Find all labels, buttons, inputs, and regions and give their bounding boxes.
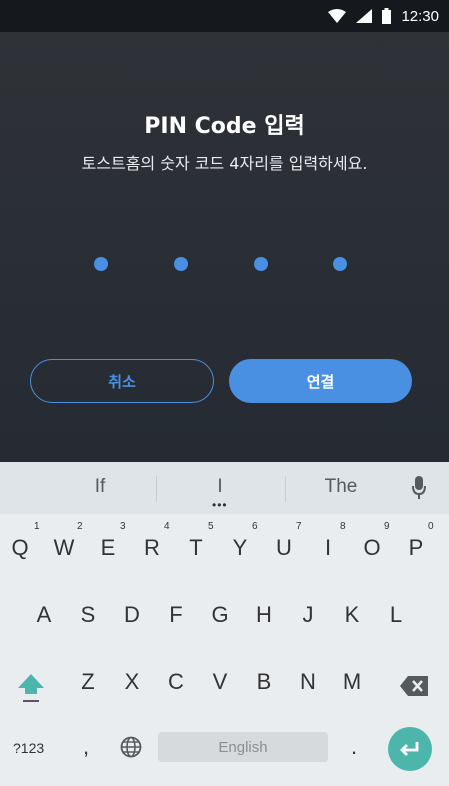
- key-hint: 2: [77, 521, 83, 532]
- key-v[interactable]: V: [200, 669, 240, 695]
- pin-dialog: PIN Code 입력 토스트홈의 숫자 코드 4자리를 입력하세요. 취소 연…: [0, 32, 449, 462]
- key-o[interactable]: O: [352, 535, 392, 561]
- key-hint: 4: [164, 521, 170, 532]
- key-hint: 1: [34, 521, 40, 532]
- key-hint: 0: [428, 521, 434, 532]
- key-j[interactable]: J: [288, 602, 328, 628]
- suggestion-strip: If I ••• The: [0, 462, 449, 514]
- pin-dot-3: [254, 257, 268, 271]
- connect-button[interactable]: 연결: [229, 359, 412, 403]
- backspace-icon[interactable]: [400, 676, 428, 696]
- dialog-subtitle: 토스트홈의 숫자 코드 4자리를 입력하세요.: [81, 154, 368, 173]
- period-key[interactable]: .: [351, 734, 357, 760]
- key-f[interactable]: F: [156, 602, 196, 628]
- key-i[interactable]: I: [308, 535, 348, 561]
- pin-dot-2: [174, 257, 188, 271]
- key-hint: 9: [384, 521, 390, 532]
- space-bar[interactable]: English: [158, 732, 328, 762]
- key-l[interactable]: L: [376, 602, 416, 628]
- key-c[interactable]: C: [156, 669, 196, 695]
- status-time: 12:30: [401, 7, 439, 25]
- wifi-icon: [328, 9, 347, 23]
- key-hint: 6: [252, 521, 258, 532]
- key-z[interactable]: Z: [68, 669, 108, 695]
- pin-dot-4: [333, 257, 347, 271]
- key-t[interactable]: T: [176, 535, 216, 561]
- key-e[interactable]: E: [88, 535, 128, 561]
- signal-icon: [356, 9, 373, 23]
- pin-dot-1: [94, 257, 108, 271]
- suggestion-1[interactable]: If: [50, 476, 150, 498]
- status-icons: 12:30: [328, 0, 439, 32]
- suggestion-divider: [156, 476, 157, 502]
- cancel-button[interactable]: 취소: [30, 359, 214, 403]
- key-hint: 7: [296, 521, 302, 532]
- key-hint: 5: [208, 521, 214, 532]
- enter-icon: [400, 742, 419, 756]
- key-q[interactable]: Q: [0, 535, 40, 561]
- key-u[interactable]: U: [264, 535, 304, 561]
- suggestion-3[interactable]: The: [291, 476, 391, 498]
- symbols-key[interactable]: ?123: [13, 740, 44, 756]
- key-w[interactable]: W: [44, 535, 84, 561]
- key-a[interactable]: A: [24, 602, 64, 628]
- pin-entry-screen: 12:30 PIN Code 입력 토스트홈의 숫자 코드 4자리를 입력하세요…: [0, 0, 449, 786]
- key-g[interactable]: G: [200, 602, 240, 628]
- more-suggestions-icon: •••: [212, 498, 228, 512]
- globe-icon[interactable]: [120, 736, 142, 758]
- suggestion-divider: [285, 476, 286, 502]
- shift-icon[interactable]: [18, 672, 44, 704]
- comma-key[interactable]: ,: [83, 734, 89, 760]
- key-k[interactable]: K: [332, 602, 372, 628]
- key-p[interactable]: P: [396, 535, 436, 561]
- key-d[interactable]: D: [112, 602, 152, 628]
- key-hint: 3: [120, 521, 126, 532]
- key-b[interactable]: B: [244, 669, 284, 695]
- dialog-title: PIN Code 입력: [144, 114, 305, 139]
- microphone-icon[interactable]: [412, 476, 426, 500]
- key-r[interactable]: R: [132, 535, 172, 561]
- key-h[interactable]: H: [244, 602, 284, 628]
- enter-button[interactable]: [388, 727, 432, 771]
- key-y[interactable]: Y: [220, 535, 260, 561]
- key-n[interactable]: N: [288, 669, 328, 695]
- key-hint: 8: [340, 521, 346, 532]
- key-x[interactable]: X: [112, 669, 152, 695]
- battery-icon: [382, 8, 392, 24]
- key-s[interactable]: S: [68, 602, 108, 628]
- status-bar: 12:30: [0, 0, 449, 32]
- key-m[interactable]: M: [332, 669, 372, 695]
- suggestion-2[interactable]: I: [170, 476, 270, 498]
- soft-keyboard: If I ••• The 1 Q 2 W 3 E 4 R 5 T 6 Y 7 U…: [0, 462, 449, 786]
